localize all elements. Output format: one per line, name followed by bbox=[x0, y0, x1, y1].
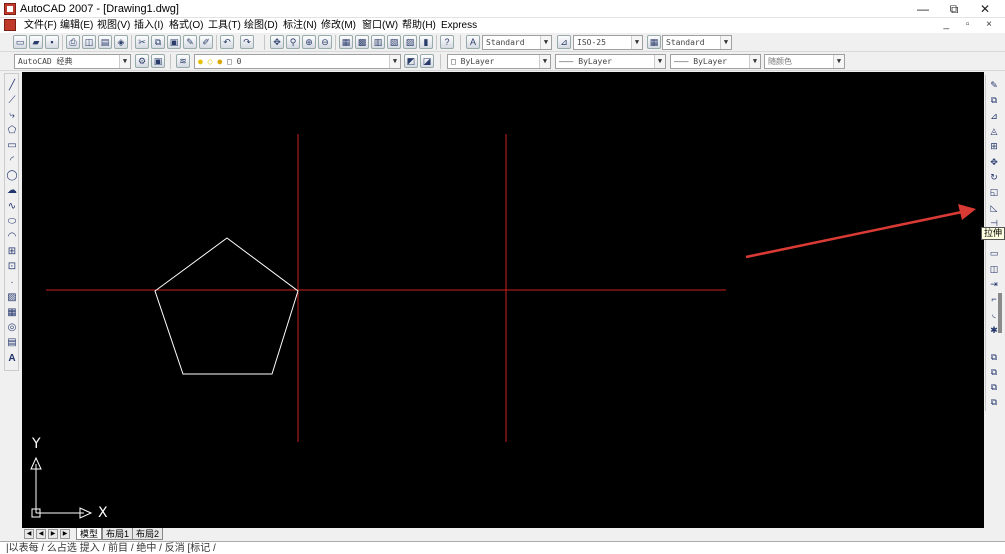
annotation-arrow-line bbox=[745, 210, 963, 259]
annotation-arrow-head bbox=[958, 204, 976, 220]
last-tab-icon[interactable]: ▶ bbox=[60, 529, 70, 539]
tool-tooltip: 拉伸 bbox=[981, 227, 1005, 240]
tab-layout2[interactable]: 布局2 bbox=[132, 528, 164, 540]
next-tab-icon[interactable]: ▶ bbox=[48, 529, 58, 539]
annotation-arrow-overlay bbox=[745, 204, 976, 259]
prev-tab-icon[interactable]: ◀ bbox=[36, 529, 46, 539]
command-line[interactable]: |以表每 / 么占选 提入 / 前目 / 绝中 / 反消 [标记 / bbox=[0, 541, 1005, 554]
tab-layout1[interactable]: 布局1 bbox=[102, 528, 134, 540]
first-tab-icon[interactable]: ◀ bbox=[24, 529, 34, 539]
tab-model[interactable]: 模型 bbox=[76, 528, 103, 540]
layout-tab-bar: ◀ ◀ ▶ ▶ 模型 布局1 布局2 bbox=[22, 528, 984, 541]
